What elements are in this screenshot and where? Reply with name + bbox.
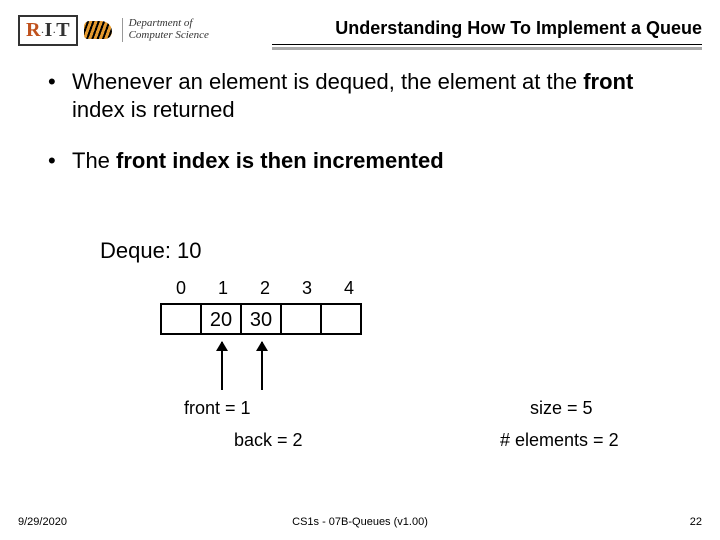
- index-row: 0 1 2 3 4: [160, 278, 370, 299]
- rit-text-icon: R·I·T: [18, 15, 78, 46]
- department-label: Department of Computer Science: [122, 18, 209, 41]
- arrow-back-icon: [261, 342, 263, 390]
- size-label: size = 5: [530, 398, 593, 419]
- header: R·I·T Department of Computer Science Und…: [18, 12, 702, 54]
- bullet-list: Whenever an element is dequed, the eleme…: [44, 68, 680, 199]
- array-diagram: 0 1 2 3 4 20 30: [160, 278, 370, 335]
- cell-1: 20: [200, 303, 242, 335]
- arrow-front-icon: [221, 342, 223, 390]
- bullet-1-bold: front: [583, 69, 633, 94]
- footer-page: 22: [690, 516, 702, 528]
- bullet-2-bold: front index is then incremented: [116, 148, 444, 173]
- cell-0: [160, 303, 202, 335]
- bullet-2-pre: The: [72, 148, 116, 173]
- deque-label: Deque: 10: [100, 238, 202, 264]
- index-1: 1: [202, 278, 244, 299]
- dept-line2: Computer Science: [129, 30, 209, 42]
- bullet-1-pre: Whenever an element is dequed, the eleme…: [72, 69, 583, 94]
- footer-center: CS1s - 07B-Queues (v1.00): [0, 516, 720, 528]
- front-label: front = 1: [184, 398, 251, 419]
- index-2: 2: [244, 278, 286, 299]
- bullet-1-post: index is returned: [72, 97, 235, 122]
- cell-2: 30: [240, 303, 282, 335]
- bullet-1: Whenever an element is dequed, the eleme…: [44, 68, 680, 123]
- cell-4: [320, 303, 362, 335]
- back-label: back = 2: [234, 430, 303, 451]
- bullet-2: The front index is then incremented: [44, 147, 680, 175]
- elements-label: # elements = 2: [500, 430, 619, 451]
- title-underline: [272, 44, 702, 48]
- cell-row: 20 30: [160, 303, 370, 335]
- index-3: 3: [286, 278, 328, 299]
- tiger-icon: [84, 19, 118, 41]
- institution-logo: R·I·T Department of Computer Science: [18, 12, 209, 48]
- slide: R·I·T Department of Computer Science Und…: [0, 0, 720, 540]
- slide-title: Understanding How To Implement a Queue: [335, 18, 702, 39]
- index-4: 4: [328, 278, 370, 299]
- rit-logo: R·I·T Department of Computer Science: [18, 15, 209, 46]
- cell-3: [280, 303, 322, 335]
- index-0: 0: [160, 278, 202, 299]
